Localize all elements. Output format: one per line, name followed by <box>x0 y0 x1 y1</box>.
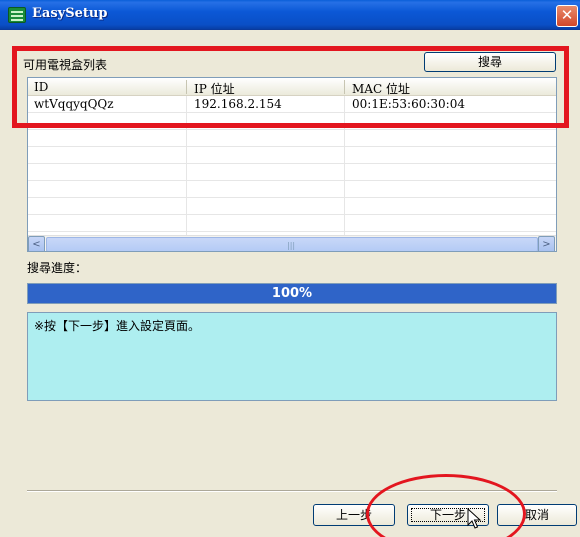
app-icon <box>8 7 26 23</box>
empty-row <box>28 130 556 147</box>
empty-row <box>28 147 556 164</box>
horizontal-scrollbar[interactable]: < ||| > <box>28 235 556 251</box>
mouse-pointer-icon <box>467 508 482 529</box>
empty-row <box>28 181 556 198</box>
list-highlight-annotation <box>12 46 569 128</box>
scroll-left-button[interactable]: < <box>28 236 45 251</box>
scroll-grip-icon: ||| <box>287 241 296 250</box>
progress-bar: 100% <box>27 283 557 304</box>
title-bar[interactable]: EasySetup ✕ <box>0 0 580 30</box>
scroll-thumb[interactable]: ||| <box>46 237 538 251</box>
progress-text: 100% <box>271 286 313 301</box>
scroll-right-button[interactable]: > <box>538 236 555 251</box>
empty-row <box>28 164 556 181</box>
progress-label: 搜尋進度： <box>27 261 88 275</box>
empty-row <box>28 198 556 215</box>
window-title: EasySetup <box>32 6 108 21</box>
easysetup-window: EasySetup ✕ 可用電視盒列表 搜尋 ID IP 位址 MAC 位址 w… <box>0 0 580 537</box>
empty-row <box>28 215 556 232</box>
info-message: ※按【下一步】進入設定頁面。 <box>27 312 557 401</box>
close-button[interactable]: ✕ <box>556 5 578 27</box>
